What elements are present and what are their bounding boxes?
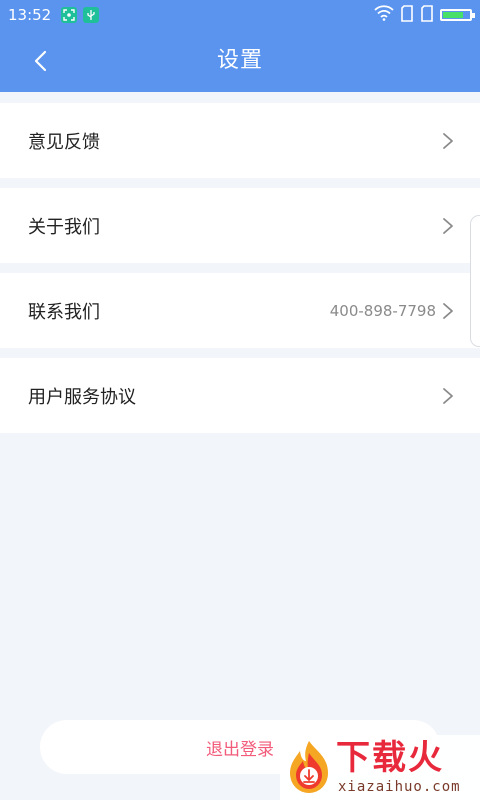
flame-logo-icon (290, 741, 328, 793)
chevron-right-icon (443, 302, 453, 319)
sim-card-icon (400, 4, 414, 26)
settings-item-label: 联系我们 (28, 301, 100, 323)
watermark-domain: xiazaihuo.com (338, 779, 461, 795)
chevron-right-icon (443, 132, 453, 149)
page-title: 设置 (216, 48, 263, 73)
chevron-right-icon (443, 217, 453, 234)
nav-bar: 设置 (0, 30, 480, 92)
status-right (374, 4, 475, 26)
battery-level (443, 12, 463, 18)
chevron-right-icon (443, 387, 453, 404)
logout-label: 退出登录 (206, 739, 274, 760)
settings-item-about[interactable]: 关于我们 (0, 188, 480, 263)
wifi-icon (374, 5, 394, 25)
floating-side-handle[interactable] (470, 215, 480, 347)
settings-list: 意见反馈 关于我们 联系我们 400-898-7798 用户服务协议 (0, 103, 480, 443)
settings-item-label: 用户服务协议 (28, 386, 136, 408)
usb-icon (83, 7, 100, 23)
battery-icon (440, 9, 475, 21)
settings-item-label: 关于我们 (28, 216, 100, 238)
status-time: 13:52 (8, 6, 52, 24)
contact-phone: 400-898-7798 (329, 301, 436, 320)
scan-icon (61, 7, 78, 23)
watermark: 下载火 xiazaihuo.com (280, 735, 480, 800)
settings-item-user-agreement[interactable]: 用户服务协议 (0, 358, 480, 433)
settings-item-feedback[interactable]: 意见反馈 (0, 103, 480, 178)
sim-card-icon (420, 4, 434, 26)
watermark-brand: 下载火 (336, 738, 444, 778)
status-bar: 13:52 (0, 0, 480, 30)
settings-item-contact[interactable]: 联系我们 400-898-7798 (0, 273, 480, 348)
settings-item-label: 意见反馈 (28, 131, 100, 153)
